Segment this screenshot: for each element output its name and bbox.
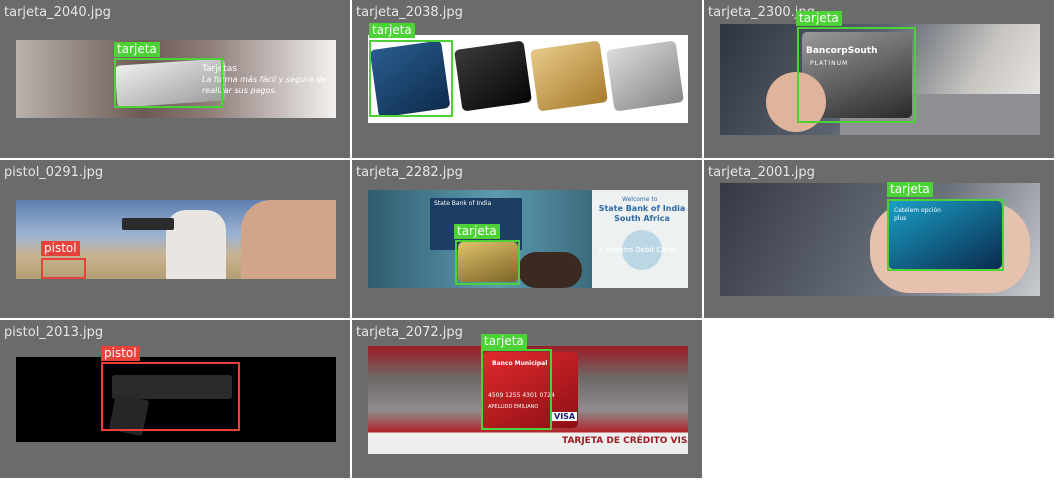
hand — [518, 252, 582, 288]
detection-box — [114, 58, 223, 108]
grid-tile[interactable]: tarjeta_2072.jpg Banco Municipal 4509 12… — [352, 320, 702, 478]
grid-tile[interactable]: tarjeta_2040.jpg Tarjetas La forma más f… — [0, 0, 350, 158]
person-instructor — [241, 200, 336, 279]
detection-box — [797, 27, 916, 123]
detection-box — [369, 40, 453, 117]
detection-label: tarjeta — [114, 42, 160, 57]
card-network: VISA — [552, 412, 578, 421]
image-filename: tarjeta_2072.jpg — [356, 325, 463, 340]
image-filename: pistol_0291.jpg — [4, 165, 104, 180]
detection-label: pistol — [41, 241, 80, 256]
credit-card-gold — [530, 40, 608, 112]
detection-box — [455, 240, 520, 285]
image-filename: tarjeta_2038.jpg — [356, 5, 463, 20]
detection-label: pistol — [101, 346, 140, 361]
detection-box — [887, 199, 1004, 271]
banner-caption: TARJETA DE CRÉDITO VISA — [562, 436, 688, 446]
image-filename: tarjeta_2040.jpg — [4, 5, 111, 20]
grid-tile[interactable]: tarjeta_2300.jpg BancorpSouth PLATINUM t… — [704, 0, 1054, 158]
banner-welcome: Welcome to — [622, 196, 658, 203]
detection-label: tarjeta — [796, 11, 842, 26]
detection-box — [41, 258, 86, 279]
detection-label: tarjeta — [454, 224, 500, 239]
detection-label: tarjeta — [481, 334, 527, 349]
grid-tile[interactable]: pistol_2013.jpg pistol — [0, 320, 350, 478]
detection-label: tarjeta — [369, 23, 415, 38]
image-thumbnail[interactable]: State Bank of India Welcome to State Ban… — [368, 190, 688, 288]
detection-box — [481, 349, 552, 430]
detection-label: tarjeta — [887, 182, 933, 197]
atm-header: State Bank of India — [434, 200, 492, 207]
image-filename: tarjeta_2001.jpg — [708, 165, 815, 180]
banner-title: State Bank of India South Africa — [598, 204, 686, 223]
grid-tile[interactable]: tarjeta_2282.jpg State Bank of India Wel… — [352, 160, 702, 318]
detection-box — [101, 362, 240, 431]
grid-tile[interactable]: pistol_0291.jpg pistol — [0, 160, 350, 318]
image-filename: pistol_2013.jpg — [4, 325, 104, 340]
image-filename: tarjeta_2282.jpg — [356, 165, 463, 180]
grid-tile[interactable]: tarjeta_2038.jpg tarjeta — [352, 0, 702, 158]
credit-card-silver — [606, 40, 684, 112]
pistol-shape — [122, 218, 174, 230]
grid-tile[interactable]: tarjeta_2001.jpg Cetelem opción plus tar… — [704, 160, 1054, 318]
person-shooter — [166, 210, 226, 279]
credit-card-black — [454, 40, 532, 112]
banner-subtitle: A Maestro Debit Cards — [598, 246, 677, 254]
